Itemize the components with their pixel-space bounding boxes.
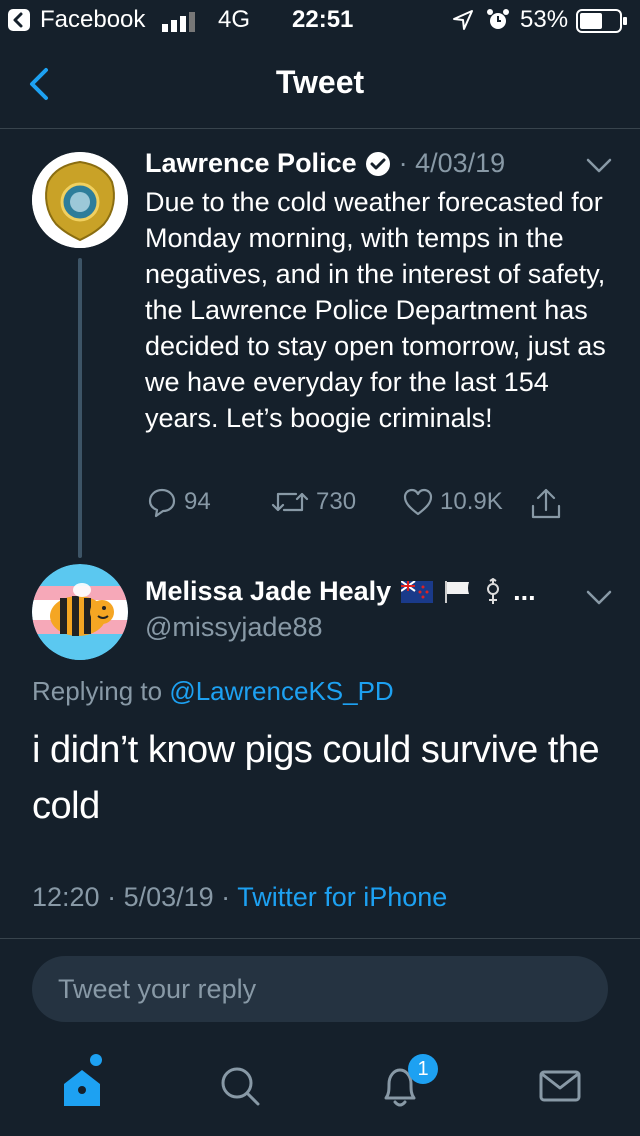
clock: 22:51 (292, 6, 354, 33)
verified-icon (365, 151, 390, 176)
signal-icon (162, 12, 195, 32)
replying-to: Replying to @LawrenceKS_PD (32, 676, 394, 707)
reply-author-name[interactable]: Melissa Jade Healy (145, 576, 391, 607)
bee-avatar-icon (32, 564, 128, 660)
reply-icon (148, 488, 176, 518)
network-type: 4G (218, 6, 251, 33)
reply-button[interactable]: 94 (146, 486, 211, 518)
reply-input-placeholder: Tweet your reply (58, 974, 257, 1004)
white-flag-icon (445, 580, 470, 603)
retweet-button[interactable]: 730 (270, 486, 356, 518)
like-count: 10.9K (440, 488, 503, 515)
transgender-symbol-icon (487, 577, 500, 604)
new-zealand-flag-icon (401, 580, 434, 603)
search-icon[interactable] (216, 1062, 264, 1110)
home-icon[interactable] (58, 1062, 106, 1110)
page-title: Tweet (275, 64, 365, 100)
status-bar: Facebook 4G 22:51 53% (0, 0, 640, 40)
notification-badge: 1 (408, 1054, 438, 1084)
reply-chevron-down-icon[interactable] (586, 590, 612, 606)
reply-text: i didn’t know pigs could survive the col… (32, 729, 600, 827)
back-to-app-icon[interactable] (8, 9, 30, 31)
thread-line (78, 258, 82, 558)
reply-input[interactable]: Tweet your reply (32, 956, 608, 1022)
messages-envelope-icon[interactable] (536, 1062, 584, 1110)
retweet-count: 730 (316, 488, 357, 515)
battery-icon (576, 9, 627, 33)
back-app-name[interactable]: Facebook (40, 6, 145, 34)
composer-divider (0, 938, 640, 939)
lawrence-police-avatar[interactable] (32, 152, 128, 248)
reply-handle[interactable]: @missyjade88 (145, 612, 322, 643)
reply-time: 12:20 (32, 882, 100, 912)
reply-date: · 5/03/19 · (107, 882, 231, 912)
like-button[interactable]: 10.9K (402, 486, 503, 518)
battery-percent: 53% (520, 6, 569, 33)
tweet-text: Due to the cold weather forecasted for M… (145, 187, 606, 433)
tweet-date: · 4/03/19 (398, 148, 506, 178)
tweet-header: Lawrence Police · 4/03/19 (145, 148, 505, 179)
melissa-avatar[interactable] (32, 564, 128, 660)
reply-header: Melissa Jade Healy ... (145, 576, 536, 607)
author-name[interactable]: Lawrence Police (145, 148, 357, 179)
tweet-source[interactable]: Twitter for iPhone (237, 882, 447, 912)
share-icon[interactable] (528, 486, 564, 522)
retweet-icon (271, 492, 309, 512)
heart-icon (403, 488, 433, 516)
location-icon (453, 10, 473, 30)
name-truncation: ... (513, 576, 536, 606)
tweet-detail: 12:20 · 5/03/19 · Twitter for iPhone (32, 882, 447, 913)
alarm-icon (487, 9, 509, 29)
replying-to-label: Replying to (32, 676, 163, 706)
police-badge-icon (32, 152, 128, 248)
chevron-down-icon[interactable] (586, 158, 612, 174)
header-divider (0, 128, 640, 129)
home-unread-dot (90, 1054, 102, 1066)
replying-to-handle[interactable]: @LawrenceKS_PD (169, 676, 393, 706)
reply-count: 94 (184, 488, 211, 515)
